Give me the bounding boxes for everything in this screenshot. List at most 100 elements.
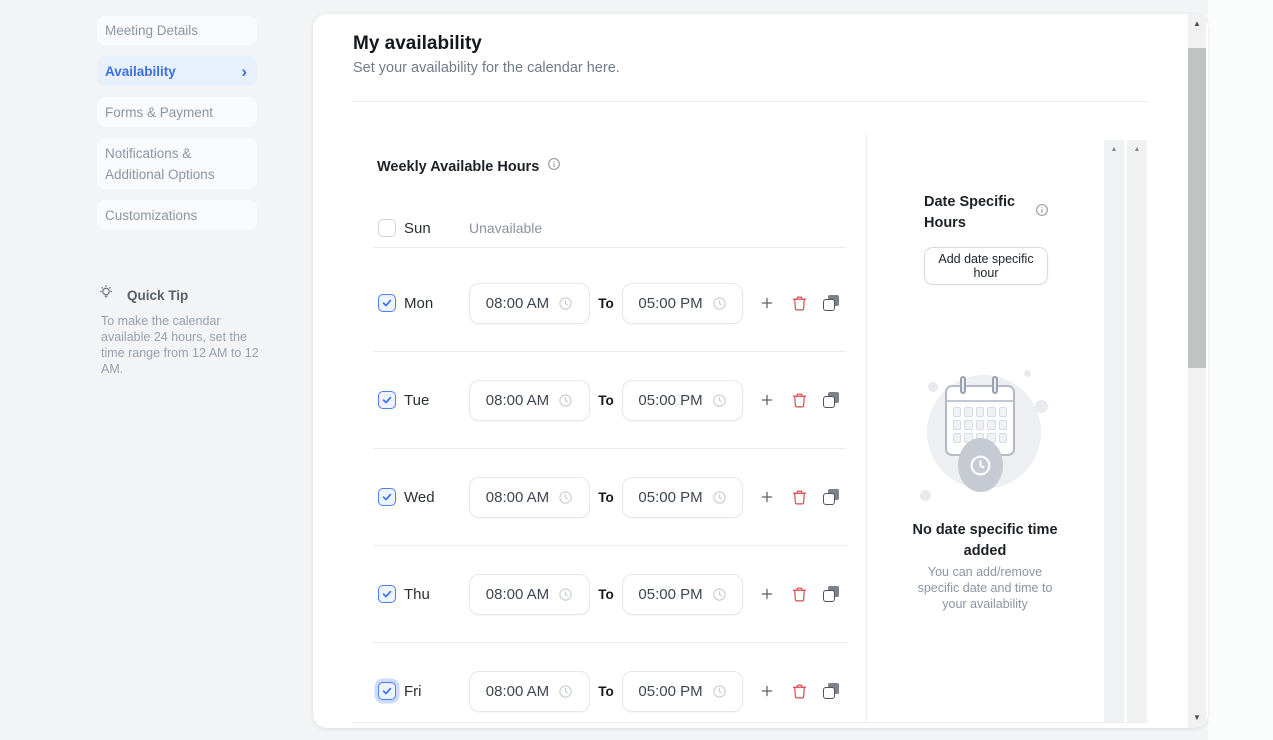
fri-start-time-input[interactable]: 08:00 AM: [469, 671, 590, 712]
info-icon[interactable]: [1035, 203, 1049, 222]
availability-card: My availability Set your availability fo…: [313, 14, 1208, 728]
clock-icon: [558, 490, 573, 505]
sidebar-item-label: Customizations: [105, 208, 197, 223]
fri-end-time-input[interactable]: 05:00 PM: [622, 671, 743, 712]
copy-time-slot-button[interactable]: [819, 582, 843, 606]
clock-icon: [712, 393, 727, 408]
mon-start-time-input[interactable]: 08:00 AM: [469, 283, 590, 324]
mon-checkbox[interactable]: [378, 294, 396, 312]
vertical-scrollbar[interactable]: ▲ ▼: [1188, 14, 1206, 728]
clock-icon: [712, 587, 727, 602]
chevron-right-icon: ›: [241, 63, 249, 80]
scroll-up-icon[interactable]: ▲: [1127, 140, 1147, 158]
day-label-sun: Sun: [404, 220, 469, 237]
page-subtitle: Set your availability for the calendar h…: [353, 60, 620, 76]
sidebar-item-customizations[interactable]: Customizations: [97, 200, 257, 230]
copy-time-slot-button[interactable]: [819, 388, 843, 412]
availability-settings-page: { "colors": { "accent": "#3c70e2", "dang…: [0, 0, 1273, 740]
clock-icon: [558, 587, 573, 602]
add-time-slot-button[interactable]: [755, 388, 779, 412]
sidebar-item-notifications-options[interactable]: Notifications & Additional Options: [97, 138, 257, 189]
tue-checkbox[interactable]: [378, 391, 396, 409]
time-value: 05:00 PM: [638, 392, 702, 409]
info-icon[interactable]: [547, 157, 561, 176]
thu-end-time-input[interactable]: 05:00 PM: [622, 574, 743, 615]
to-label: To: [590, 587, 622, 602]
wed-end-time-input[interactable]: 05:00 PM: [622, 477, 743, 518]
time-value: 08:00 AM: [486, 295, 549, 312]
empty-state-description: You can add/remove specific date and tim…: [914, 564, 1056, 612]
to-label: To: [590, 684, 622, 699]
trash-icon: [791, 586, 808, 603]
row-divider: [373, 642, 847, 643]
delete-time-slot-button[interactable]: [787, 291, 811, 315]
sidebar-item-availability[interactable]: Availability ›: [97, 56, 257, 86]
header-divider: [353, 101, 1148, 102]
time-value: 05:00 PM: [638, 489, 702, 506]
tue-start-time-input[interactable]: 08:00 AM: [469, 380, 590, 421]
availability-row-sun: Sun Unavailable: [377, 210, 847, 246]
scroll-down-button[interactable]: ▼: [1188, 708, 1206, 728]
add-time-slot-button[interactable]: [755, 291, 779, 315]
sidebar-item-meeting-details[interactable]: Meeting Details: [97, 16, 257, 45]
delete-time-slot-button[interactable]: [787, 388, 811, 412]
day-label-fri: Fri: [404, 683, 469, 700]
scrollbar-thumb[interactable]: [1188, 48, 1206, 368]
sidebar-item-forms-payment[interactable]: Forms & Payment: [97, 97, 257, 127]
add-time-slot-button[interactable]: [755, 582, 779, 606]
plus-icon: [759, 489, 775, 505]
sun-checkbox[interactable]: [378, 219, 396, 237]
add-date-specific-hour-button[interactable]: Add date specific hour: [924, 247, 1048, 285]
delete-time-slot-button[interactable]: [787, 582, 811, 606]
sun-unavailable-label: Unavailable: [469, 220, 542, 236]
copy-icon: [823, 295, 839, 311]
thu-start-time-input[interactable]: 08:00 AM: [469, 574, 590, 615]
plus-icon: [759, 586, 775, 602]
fri-checkbox[interactable]: [378, 682, 396, 700]
wed-start-time-input[interactable]: 08:00 AM: [469, 477, 590, 518]
availability-row-wed: Wed 08:00 AM To 05:00 PM: [377, 476, 847, 518]
wed-checkbox[interactable]: [378, 488, 396, 506]
trash-icon: [791, 683, 808, 700]
row-divider: [373, 247, 847, 248]
decorative-dot: [920, 490, 931, 501]
availability-row-fri: Fri 08:00 AM To 05:00 PM: [377, 670, 847, 712]
thu-checkbox[interactable]: [378, 585, 396, 603]
lightbulb-icon: [97, 284, 115, 307]
mon-end-time-input[interactable]: 05:00 PM: [622, 283, 743, 324]
trash-icon: [791, 489, 808, 506]
copy-time-slot-button[interactable]: [819, 291, 843, 315]
availability-row-thu: Thu 08:00 AM To 05:00 PM: [377, 573, 847, 615]
sidebar-item-label: Meeting Details: [105, 23, 198, 38]
copy-icon: [823, 683, 839, 699]
sidebar-item-label: Availability: [105, 64, 176, 79]
row-divider: [373, 351, 847, 352]
add-time-slot-button[interactable]: [755, 485, 779, 509]
to-label: To: [590, 393, 622, 408]
scroll-up-button[interactable]: ▲: [1188, 14, 1206, 34]
row-divider: [373, 545, 847, 546]
delete-time-slot-button[interactable]: [787, 485, 811, 509]
time-value: 05:00 PM: [638, 683, 702, 700]
decorative-dot: [1024, 370, 1031, 377]
availability-row-mon: Mon 08:00 AM To 05:00 PM: [377, 282, 847, 324]
delete-time-slot-button[interactable]: [787, 679, 811, 703]
clock-icon: [712, 296, 727, 311]
copy-time-slot-button[interactable]: [819, 679, 843, 703]
plus-icon: [759, 295, 775, 311]
clock-illustration: [958, 438, 1003, 492]
scroll-up-icon[interactable]: ▲: [1104, 140, 1124, 158]
decorative-dot: [928, 382, 938, 392]
inner-scrollbar[interactable]: ▲: [1104, 140, 1124, 722]
add-time-slot-button[interactable]: [755, 679, 779, 703]
time-value: 08:00 AM: [486, 392, 549, 409]
plus-icon: [759, 392, 775, 408]
date-specific-heading: Date Specific Hours: [924, 192, 1016, 233]
inner-scrollbar[interactable]: ▲: [1127, 140, 1147, 722]
page-background-strip: [1208, 0, 1273, 740]
clock-icon: [558, 296, 573, 311]
decorative-dot: [1035, 400, 1048, 413]
copy-time-slot-button[interactable]: [819, 485, 843, 509]
weekly-hours-title: Weekly Available Hours: [377, 159, 539, 175]
tue-end-time-input[interactable]: 05:00 PM: [622, 380, 743, 421]
